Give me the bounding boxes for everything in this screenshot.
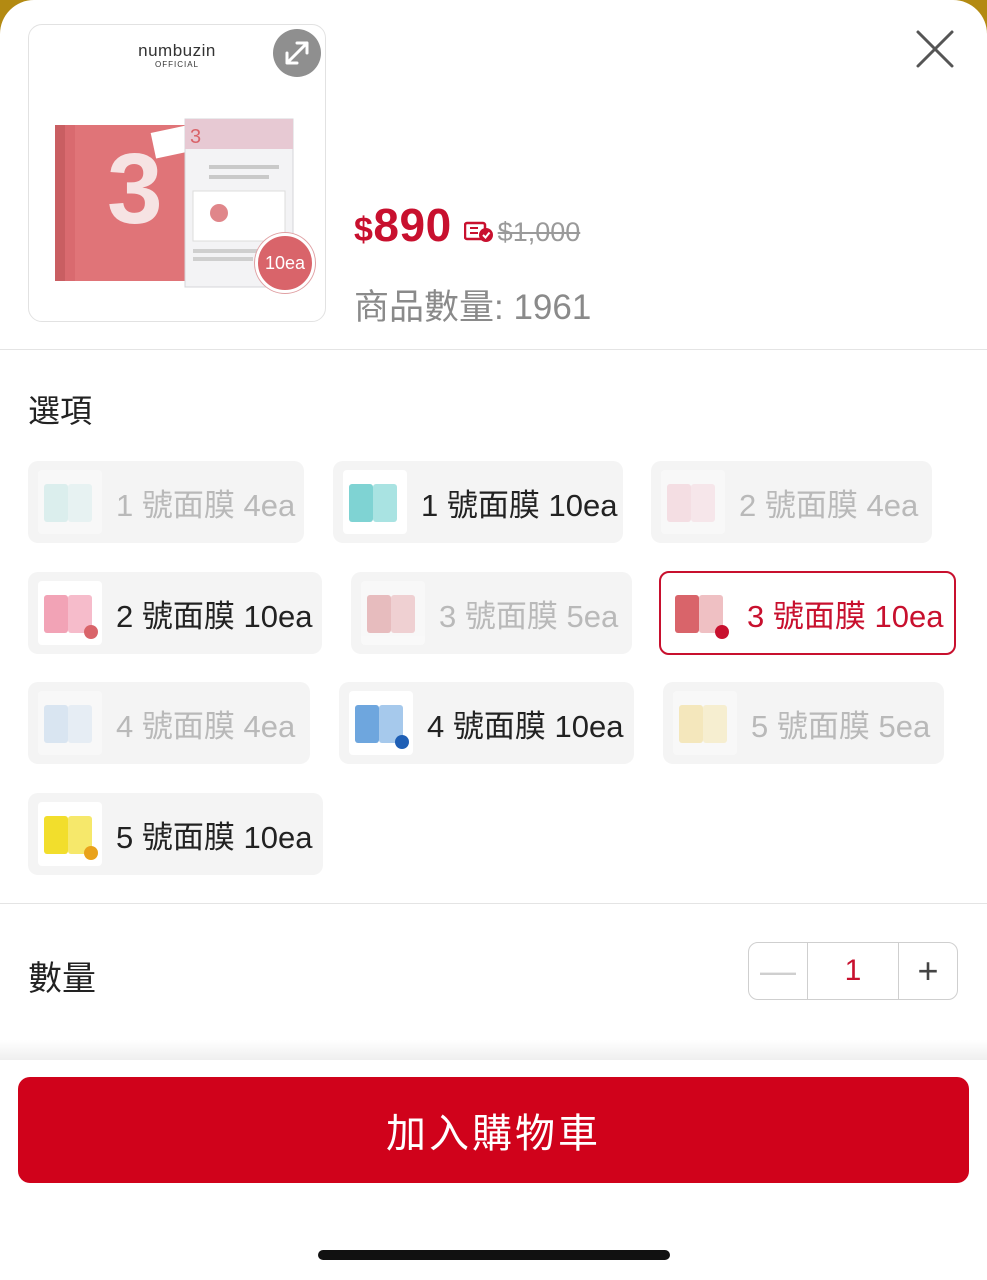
option-label: 1 號面膜 10ea bbox=[421, 487, 618, 523]
quantity-value[interactable]: 1 bbox=[807, 943, 899, 999]
quantity-title: 數量 bbox=[28, 960, 96, 998]
add-to-cart-button[interactable]: 加入購物車 bbox=[18, 1077, 969, 1183]
option-5-5ea[interactable]: 5 號面膜 5ea bbox=[663, 682, 944, 764]
option-label: 2 號面膜 4ea bbox=[739, 487, 919, 523]
option-label: 3 號面膜 5ea bbox=[439, 598, 619, 634]
option-label: 3 號面膜 10ea bbox=[747, 598, 944, 634]
option-thumbnail bbox=[38, 470, 102, 534]
option-thumbnail bbox=[38, 802, 102, 866]
options-title: 選項 bbox=[28, 393, 93, 429]
option-2-4ea[interactable]: 2 號面膜 4ea bbox=[651, 461, 932, 543]
option-thumbnail bbox=[38, 581, 102, 645]
option-1-4ea[interactable]: 1 號面膜 4ea bbox=[28, 461, 304, 543]
option-thumbnail bbox=[361, 581, 425, 645]
option-label: 4 號面膜 4ea bbox=[116, 708, 296, 744]
coupon-icon bbox=[463, 221, 493, 242]
option-thumbnail bbox=[669, 581, 733, 645]
home-indicator bbox=[318, 1250, 670, 1260]
option-3-5ea[interactable]: 3 號面膜 5ea bbox=[351, 572, 632, 654]
option-3-10ea[interactable]: 3 號面膜 10ea bbox=[659, 571, 956, 655]
option-thumbnail bbox=[349, 691, 413, 755]
option-thumbnail bbox=[38, 691, 102, 755]
price-row: $890 $1,000 bbox=[354, 198, 580, 252]
price-value: 890 bbox=[373, 199, 452, 251]
option-label: 5 號面膜 10ea bbox=[116, 819, 313, 855]
price-currency: $ bbox=[354, 211, 374, 249]
option-label: 4 號面膜 10ea bbox=[427, 708, 624, 744]
footer-separator bbox=[0, 1040, 987, 1060]
option-label: 5 號面膜 5ea bbox=[751, 708, 931, 744]
option-2-10ea[interactable]: 2 號面膜 10ea bbox=[28, 572, 322, 654]
sale-price: $890 bbox=[354, 198, 452, 252]
product-image[interactable]: 3 3 numbuzin OFFICIAL 10ea bbox=[28, 24, 326, 322]
product-option-sheet: 3 3 numbuzin OFFICIAL 10ea $890 $1,000 商… bbox=[0, 0, 987, 1280]
quantity-stepper[interactable]: — 1 + bbox=[748, 942, 958, 1000]
expand-image-button[interactable] bbox=[273, 29, 321, 77]
option-thumbnail bbox=[661, 470, 725, 534]
option-thumbnail bbox=[343, 470, 407, 534]
option-5-10ea[interactable]: 5 號面膜 10ea bbox=[28, 793, 323, 875]
option-4-10ea[interactable]: 4 號面膜 10ea bbox=[339, 682, 634, 764]
close-icon[interactable] bbox=[912, 26, 958, 72]
divider bbox=[0, 903, 987, 904]
expand-icon bbox=[285, 41, 309, 65]
option-label: 1 號面膜 4ea bbox=[116, 487, 296, 523]
increase-button[interactable]: + bbox=[899, 943, 957, 999]
decrease-button[interactable]: — bbox=[749, 943, 807, 999]
option-thumbnail bbox=[673, 691, 737, 755]
stock-count: 商品數量: 1961 bbox=[354, 288, 592, 327]
divider bbox=[0, 349, 987, 350]
option-1-10ea[interactable]: 1 號面膜 10ea bbox=[333, 461, 623, 543]
pack-size-tag: 10ea bbox=[255, 233, 315, 293]
option-label: 2 號面膜 10ea bbox=[116, 598, 313, 634]
svg-text:3: 3 bbox=[190, 126, 201, 148]
option-4-4ea[interactable]: 4 號面膜 4ea bbox=[28, 682, 310, 764]
original-price: $1,000 bbox=[497, 217, 581, 247]
